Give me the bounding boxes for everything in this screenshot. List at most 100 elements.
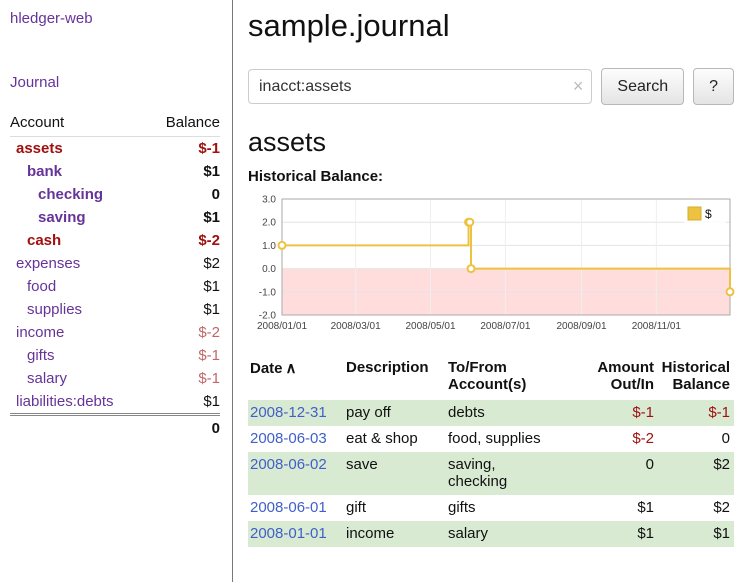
account-row: checking 0: [10, 183, 220, 206]
account-row: cash $-2: [10, 229, 220, 252]
transaction-balance: $2: [658, 495, 734, 521]
transaction-balance: $-1: [658, 400, 734, 426]
register-row: 2008-06-01giftgifts$1$2: [248, 495, 734, 521]
transaction-accounts: food, supplies: [446, 426, 582, 452]
account-link[interactable]: salary: [10, 370, 67, 387]
accounts-table: Account Balance assets$-1bank$1checking0…: [10, 112, 220, 439]
transaction-description: save: [344, 452, 446, 495]
y-tick-label: -2.0: [259, 311, 277, 322]
account-balance: 0: [148, 183, 220, 206]
chart-title: Historical Balance:: [248, 168, 734, 185]
register-row: 2008-01-01incomesalary$1$1: [248, 521, 734, 547]
account-balance: $1: [148, 275, 220, 298]
accounts-table-body: assets$-1bank$1checking0saving$1cash$-2e…: [10, 137, 220, 415]
search-input[interactable]: [248, 69, 592, 104]
account-balance: $-2: [148, 321, 220, 344]
y-tick-label: -1.0: [259, 287, 277, 298]
historical-balance-chart: 3.02.01.00.0-1.0-2.02008/01/012008/03/01…: [248, 193, 735, 343]
transaction-date-link[interactable]: 2008-06-01: [250, 499, 327, 516]
search-form: × Search ?: [248, 68, 734, 105]
register-row: 2008-06-03eat & shopfood, supplies$-20: [248, 426, 734, 452]
accounts-header-balance: Balance: [148, 112, 220, 137]
register-row: 2008-12-31pay offdebts$-1$-1: [248, 400, 734, 426]
account-row: assets$-1: [10, 137, 220, 161]
account-balance: $1: [148, 390, 220, 415]
search-box: ×: [248, 69, 592, 104]
register-table-body: 2008-12-31pay offdebts$-1$-12008-06-03ea…: [248, 400, 734, 547]
transaction-date-link[interactable]: 2008-06-02: [250, 456, 327, 473]
transaction-date-link[interactable]: 2008-06-03: [250, 430, 327, 447]
help-button[interactable]: ?: [693, 68, 734, 105]
account-row: liabilities:debts $1: [10, 390, 220, 415]
hledger-web-page: hledger-web Journal Account Balance asse…: [0, 0, 742, 582]
register-header-row: Date∧ Description To/From Account(s) Amo…: [248, 357, 734, 400]
transaction-date-link[interactable]: 2008-12-31: [250, 404, 327, 421]
legend-swatch: [688, 207, 701, 220]
account-link[interactable]: assets: [10, 140, 63, 157]
data-point-marker: [466, 219, 473, 226]
date-header-label: Date: [250, 360, 283, 377]
accounts-header-account: Account: [10, 112, 148, 137]
transaction-date-link[interactable]: 2008-01-01: [250, 525, 327, 542]
sort-ascending-icon: ∧: [286, 360, 297, 377]
transaction-accounts: salary: [446, 521, 582, 547]
account-balance: $1: [148, 160, 220, 183]
account-link[interactable]: checking: [10, 186, 103, 203]
account-link[interactable]: liabilities:debts: [10, 393, 114, 410]
register-header-amount: Amount Out/In: [582, 357, 658, 400]
account-balance: $-1: [148, 344, 220, 367]
search-button[interactable]: Search: [601, 68, 684, 105]
account-link[interactable]: expenses: [10, 255, 80, 272]
account-link[interactable]: cash: [10, 232, 61, 249]
y-tick-label: 2.0: [262, 218, 276, 229]
y-tick-label: 1.0: [262, 241, 276, 252]
transaction-amount: $1: [582, 521, 658, 547]
sidebar: hledger-web Journal Account Balance asse…: [0, 0, 233, 582]
account-row: supplies $1: [10, 298, 220, 321]
account-link[interactable]: bank: [10, 163, 62, 180]
account-balance: $-2: [148, 229, 220, 252]
account-balance: $1: [148, 298, 220, 321]
y-tick-label: 3.0: [262, 195, 276, 206]
legend-label: $: [705, 207, 712, 221]
transaction-accounts: gifts: [446, 495, 582, 521]
sidebar-item-journal[interactable]: Journal: [10, 74, 59, 91]
account-row: income $-2: [10, 321, 220, 344]
x-tick-label: 2008/11/01: [632, 321, 682, 332]
transaction-balance: $2: [658, 452, 734, 495]
account-link[interactable]: gifts: [10, 347, 55, 364]
x-tick-label: 2008/03/01: [331, 321, 381, 332]
account-link[interactable]: income: [10, 324, 64, 341]
register-header-description: Description: [344, 357, 446, 400]
account-balance: $2: [148, 252, 220, 275]
account-row: gifts $-1: [10, 344, 220, 367]
account-balance: $-1: [148, 367, 220, 390]
data-point-marker: [279, 242, 286, 249]
transaction-balance: $1: [658, 521, 734, 547]
transaction-accounts: debts: [446, 400, 582, 426]
register-header-date[interactable]: Date∧: [248, 357, 344, 400]
account-row: food $1: [10, 275, 220, 298]
accounts-total: 0: [10, 415, 220, 440]
x-tick-label: 2008/09/01: [556, 321, 606, 332]
clear-search-icon[interactable]: ×: [573, 75, 584, 97]
transaction-amount: $-1: [582, 400, 658, 426]
transaction-amount: 0: [582, 452, 658, 495]
account-link[interactable]: food: [10, 278, 56, 295]
register-header-balance: Historical Balance: [658, 357, 734, 400]
y-tick-label: 0.0: [262, 264, 276, 275]
register-table: Date∧ Description To/From Account(s) Amo…: [248, 357, 734, 547]
data-point-marker: [727, 288, 734, 295]
transaction-balance: 0: [658, 426, 734, 452]
x-tick-label: 2008/05/01: [405, 321, 455, 332]
account-row: saving$1: [10, 206, 220, 229]
transaction-description: income: [344, 521, 446, 547]
account-heading: assets: [248, 127, 734, 158]
account-row: salary $-1: [10, 367, 220, 390]
transaction-description: gift: [344, 495, 446, 521]
account-row: bank $1: [10, 160, 220, 183]
transaction-amount: $-2: [582, 426, 658, 452]
app-title-link[interactable]: hledger-web: [10, 10, 93, 27]
account-link[interactable]: saving: [10, 209, 86, 226]
account-link[interactable]: supplies: [10, 301, 82, 318]
